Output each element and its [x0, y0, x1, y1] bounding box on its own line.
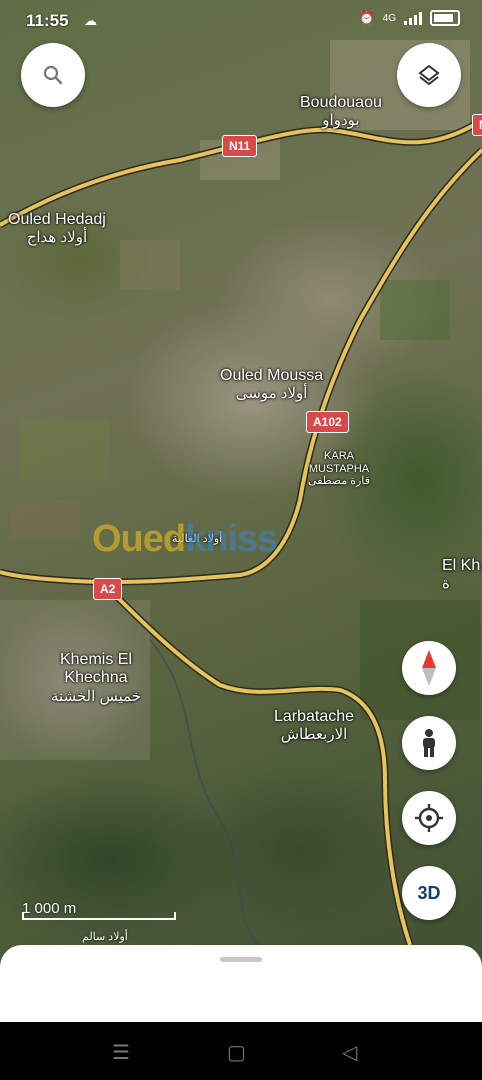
search-icon	[43, 65, 63, 85]
menu-icon[interactable]: ☰	[112, 1040, 130, 1065]
layers-icon	[418, 64, 440, 86]
road-shield-n11: N11	[222, 135, 258, 157]
satellite-map[interactable]: Boudouaou بودواو Ouled Hedadj أولاد هداج…	[0, 0, 482, 1022]
place-label-el-kh[interactable]: El Kh ة	[442, 557, 480, 593]
place-label-kara-mustapha[interactable]: KARA MUSTAPHA قارة مصطفى	[304, 450, 374, 488]
road-shield-a102: A102	[306, 411, 349, 433]
place-name: Boudouaou	[300, 94, 382, 111]
place-name-ar: الاربعطاش	[280, 726, 348, 744]
compass-icon	[422, 650, 436, 686]
sheet-drag-handle[interactable]	[220, 957, 262, 962]
scale-area-label: أولاد سالم	[82, 931, 128, 943]
bottom-sheet[interactable]	[0, 945, 482, 1022]
place-name: El Kh	[442, 557, 481, 574]
signal-icon	[404, 11, 422, 25]
layers-button[interactable]	[397, 43, 461, 107]
status-time: 11:55	[26, 11, 69, 30]
road-shield-n: N	[472, 114, 482, 136]
alarm-icon: ⏰	[358, 10, 375, 25]
notification-icon: ☁	[84, 13, 97, 28]
place-label-larbatache[interactable]: Larbatache الاربعطاش	[274, 708, 354, 744]
place-name-ar: قارة مصطفى	[308, 475, 370, 488]
street-view-button[interactable]	[402, 716, 456, 770]
scale-bar	[22, 912, 176, 920]
place-name-ar: أولاد هداج	[26, 229, 88, 247]
place-name: Larbatache	[274, 708, 355, 725]
place-label-ouled-moussa[interactable]: Ouled Moussa أولاد موسى	[220, 367, 323, 403]
status-icons: ⏰ 4G	[358, 10, 460, 26]
my-location-button[interactable]	[402, 791, 456, 845]
my-location-icon	[415, 804, 443, 832]
search-button[interactable]	[21, 43, 85, 107]
status-bar: 11:55 ☁ ⏰ 4G	[0, 0, 482, 44]
place-label-khemis-el-khechna[interactable]: Khemis El Khechna خميس الخشنة	[46, 651, 146, 705]
back-icon[interactable]: ◁	[342, 1040, 357, 1065]
battery-icon	[430, 10, 460, 26]
home-icon[interactable]: ▢	[227, 1040, 246, 1065]
place-name-ar: خميس الخشنة	[50, 687, 142, 705]
place-label-ouled-hedadj[interactable]: Ouled Hedadj أولاد هداج	[8, 211, 106, 247]
place-name-ar: أولاد موسى	[235, 385, 308, 403]
compass-button[interactable]	[402, 641, 456, 695]
3d-button[interactable]: 3D	[402, 866, 456, 920]
place-label-boudouaou[interactable]: Boudouaou بودواو	[300, 94, 382, 130]
road-shield-a2: A2	[93, 578, 123, 600]
watermark-part1: Oued	[92, 518, 186, 560]
watermark-logo: Ouedkniss	[92, 518, 278, 561]
place-name: Ouled Moussa	[220, 367, 324, 384]
place-name: Ouled Hedadj	[8, 211, 106, 228]
pegman-icon	[423, 729, 435, 757]
system-nav-bar: ☰ ▢ ◁	[0, 1022, 482, 1080]
place-name-ar: بودواو	[322, 112, 360, 130]
place-name: KARA MUSTAPHA	[308, 450, 370, 475]
watermark-part2: kniss	[185, 518, 278, 560]
place-name-ar: ة	[442, 575, 450, 593]
place-name: Khemis El Khechna	[59, 651, 133, 687]
4g-signal-icon: 4G	[382, 12, 396, 24]
